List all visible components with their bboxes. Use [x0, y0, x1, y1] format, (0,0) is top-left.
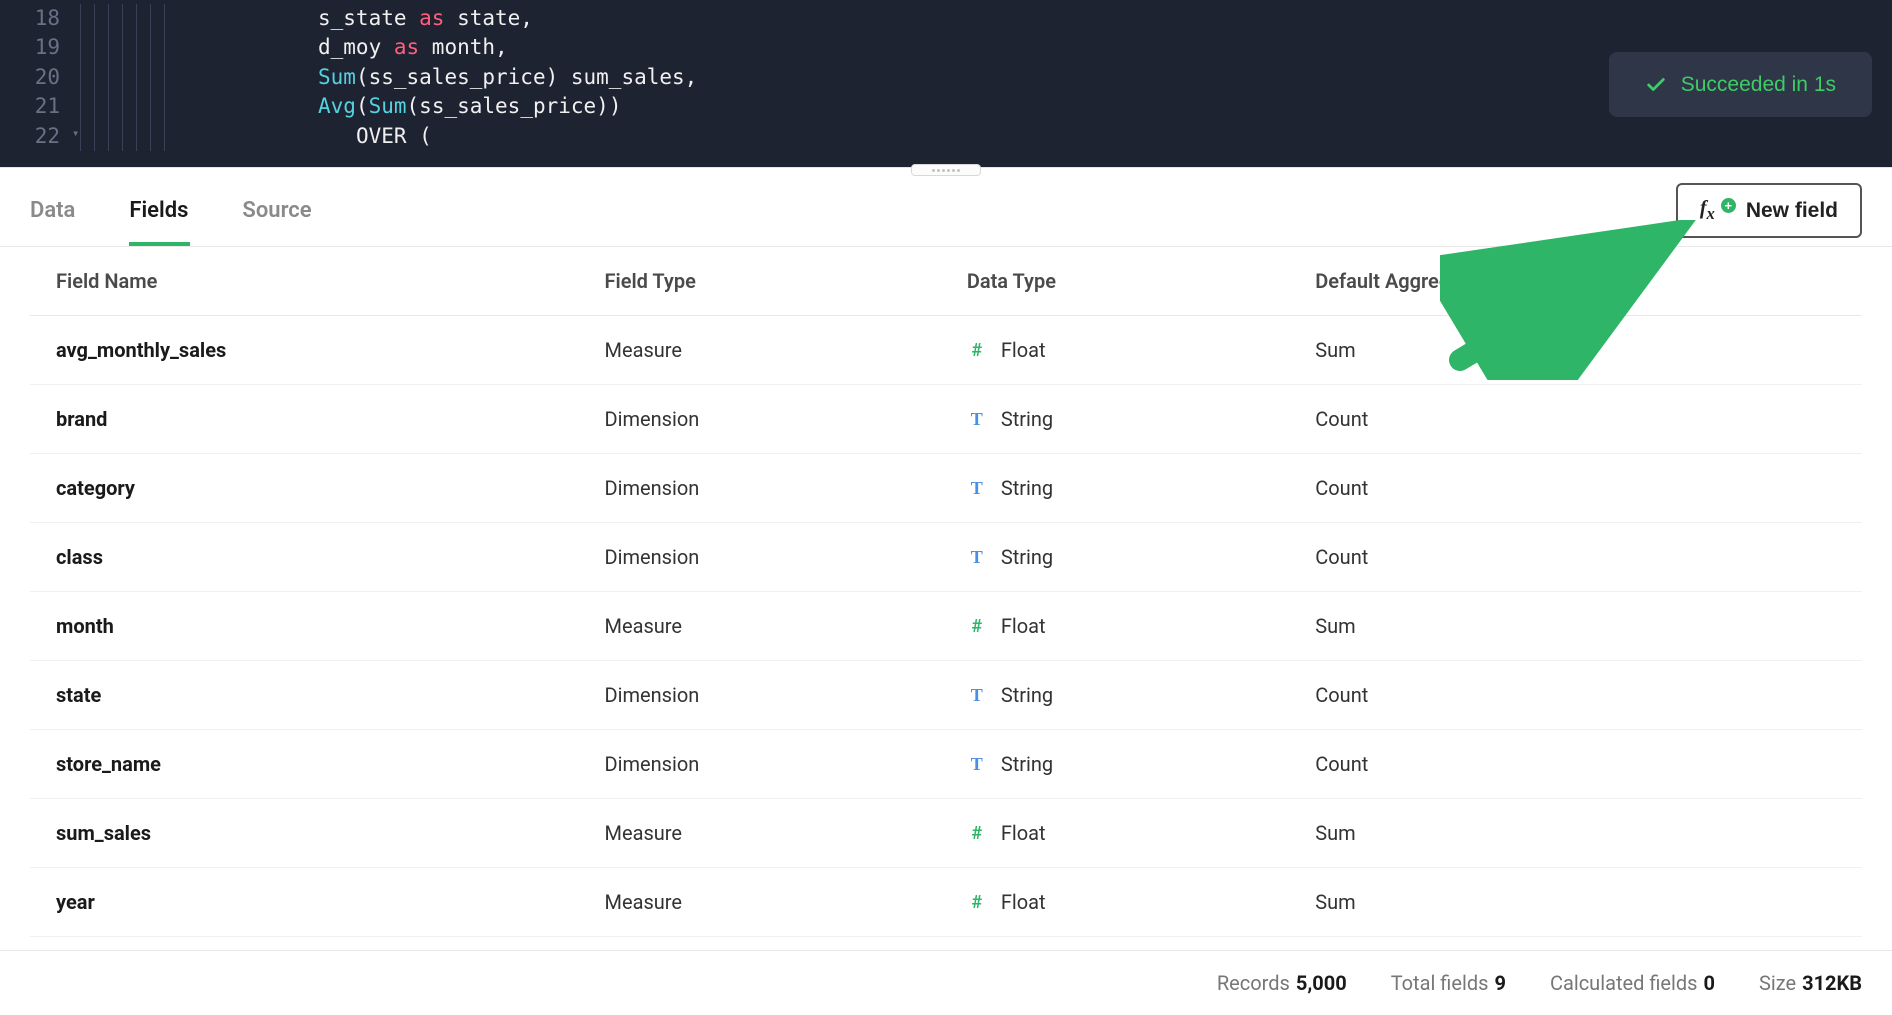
number-icon: # — [967, 340, 987, 361]
table-row[interactable]: yearMeasure # Float Sum — [30, 868, 1862, 937]
field-type-cell: Dimension — [579, 661, 941, 730]
data-type-label: String — [1001, 545, 1053, 569]
field-type-cell: Dimension — [579, 454, 941, 523]
data-type-label: String — [1001, 476, 1053, 500]
table-row[interactable]: classDimension T String Count — [30, 523, 1862, 592]
tab-source[interactable]: Source — [242, 176, 339, 245]
table-row[interactable]: avg_monthly_salesMeasure # Float Sum — [30, 316, 1862, 385]
table-row[interactable]: categoryDimension T String Count — [30, 454, 1862, 523]
aggregation-cell: Sum — [1289, 799, 1862, 868]
line-number: 18 — [0, 4, 80, 33]
line-number: 22 — [0, 122, 80, 151]
function-icon: fx — [1700, 197, 1715, 224]
table-row[interactable]: sum_salesMeasure # Float Sum — [30, 799, 1862, 868]
field-name-cell: year — [30, 868, 579, 937]
data-type-cell: # Float — [941, 592, 1289, 661]
text-icon: T — [967, 547, 987, 568]
data-type-label: Float — [1001, 821, 1046, 845]
aggregation-cell: Count — [1289, 523, 1862, 592]
query-status-badge: Succeeded in 1s — [1609, 52, 1872, 117]
field-name-cell: category — [30, 454, 579, 523]
data-type-cell: T String — [941, 454, 1289, 523]
table-header-row: Field NameField TypeData TypeDefault Agg… — [30, 247, 1862, 316]
text-icon: T — [967, 754, 987, 775]
aggregation-cell: Sum — [1289, 592, 1862, 661]
fields-table: Field NameField TypeData TypeDefault Agg… — [30, 247, 1862, 937]
line-number: 19 — [0, 33, 80, 62]
aggregation-cell: Count — [1289, 385, 1862, 454]
line-number: 21 — [0, 92, 80, 121]
pane-resize-handle[interactable] — [0, 167, 1892, 175]
aggregation-cell: Sum — [1289, 316, 1862, 385]
table-row[interactable]: monthMeasure # Float Sum — [30, 592, 1862, 661]
number-icon: # — [967, 823, 987, 844]
footer-calc-fields: Calculated fields0 — [1550, 971, 1715, 995]
data-type-label: String — [1001, 683, 1053, 707]
field-name-cell: month — [30, 592, 579, 661]
field-name-cell: state — [30, 661, 579, 730]
table-row[interactable]: stateDimension T String Count — [30, 661, 1862, 730]
new-field-button[interactable]: fx + New field — [1676, 183, 1862, 238]
sql-editor[interactable]: 18s_state as state,19d_moy as month,20Su… — [0, 0, 1892, 167]
results-tabbar: Data Fields Source fx + New field — [0, 175, 1892, 247]
tab-data[interactable]: Data — [30, 176, 103, 245]
field-type-cell: Dimension — [579, 730, 941, 799]
field-type-cell: Measure — [579, 868, 941, 937]
plus-icon: + — [1721, 198, 1736, 213]
data-type-label: Float — [1001, 338, 1046, 362]
table-body: avg_monthly_salesMeasure#FloatSumbrandDi… — [30, 316, 1862, 937]
field-name-cell: store_name — [30, 730, 579, 799]
field-type-cell: Measure — [579, 316, 941, 385]
data-type-cell: # Float — [941, 316, 1289, 385]
data-type-cell: T String — [941, 523, 1289, 592]
line-number: 20 — [0, 63, 80, 92]
tab-fields[interactable]: Fields — [129, 176, 216, 245]
aggregation-cell: Count — [1289, 661, 1862, 730]
table-row[interactable]: store_nameDimension T String Count — [30, 730, 1862, 799]
data-type-cell: T String — [941, 661, 1289, 730]
footer-total-fields: Total fields9 — [1391, 971, 1506, 995]
field-type-cell: Dimension — [579, 523, 941, 592]
text-icon: T — [967, 478, 987, 499]
data-type-label: Float — [1001, 614, 1046, 638]
aggregation-cell: Count — [1289, 730, 1862, 799]
field-name-cell: avg_monthly_sales — [30, 316, 579, 385]
data-type-label: String — [1001, 752, 1053, 776]
data-type-cell: T String — [941, 730, 1289, 799]
status-footer: Records5,000 Total fields9 Calculated fi… — [0, 950, 1892, 1015]
data-type-label: String — [1001, 407, 1053, 431]
field-name-cell: brand — [30, 385, 579, 454]
field-type-cell: Dimension — [579, 385, 941, 454]
aggregation-cell: Count — [1289, 454, 1862, 523]
text-icon: T — [967, 409, 987, 430]
column-header[interactable]: Default Aggregation — [1289, 247, 1862, 316]
aggregation-cell: Sum — [1289, 868, 1862, 937]
data-type-cell: T String — [941, 385, 1289, 454]
table-row[interactable]: brandDimension T String Count — [30, 385, 1862, 454]
fields-table-wrap: Field NameField TypeData TypeDefault Agg… — [0, 247, 1892, 950]
new-field-label: New field — [1746, 199, 1838, 223]
column-header[interactable]: Data Type — [941, 247, 1289, 316]
data-type-cell: # Float — [941, 868, 1289, 937]
code-line[interactable]: 22 OVER ( — [0, 122, 1892, 151]
field-name-cell: class — [30, 523, 579, 592]
field-name-cell: sum_sales — [30, 799, 579, 868]
data-type-cell: # Float — [941, 799, 1289, 868]
field-type-cell: Measure — [579, 799, 941, 868]
check-icon — [1645, 74, 1667, 96]
data-type-label: Float — [1001, 890, 1046, 914]
column-header[interactable]: Field Type — [579, 247, 941, 316]
code-line[interactable]: 18s_state as state, — [0, 4, 1892, 33]
number-icon: # — [967, 616, 987, 637]
footer-size: Size312KB — [1759, 971, 1862, 995]
query-status-text: Succeeded in 1s — [1681, 70, 1836, 99]
text-icon: T — [967, 685, 987, 706]
footer-records: Records5,000 — [1217, 971, 1347, 995]
number-icon: # — [967, 892, 987, 913]
column-header[interactable]: Field Name — [30, 247, 579, 316]
field-type-cell: Measure — [579, 592, 941, 661]
